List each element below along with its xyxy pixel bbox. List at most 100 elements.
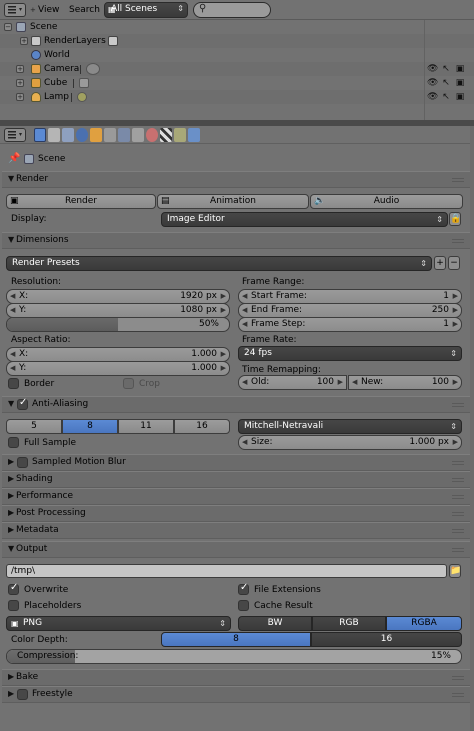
- tree-row-renderlayers[interactable]: + RenderLayers: [0, 34, 474, 48]
- color-mode-bw[interactable]: BW: [238, 616, 312, 631]
- render-button[interactable]: ▣ Render: [6, 194, 156, 209]
- animation-button[interactable]: ▤ Animation: [157, 194, 309, 209]
- constraints-tab-icon[interactable]: [104, 128, 116, 142]
- decrement-arrow-icon[interactable]: ◀: [10, 362, 15, 375]
- collapse-icon[interactable]: −: [4, 23, 12, 31]
- decrement-arrow-icon[interactable]: ◀: [242, 304, 247, 317]
- resolution-percentage-slider[interactable]: 50%: [6, 317, 230, 332]
- aa-samples-16[interactable]: 16: [174, 419, 230, 434]
- full-sample-checkbox[interactable]: [8, 437, 19, 448]
- increment-arrow-icon[interactable]: ▶: [221, 362, 226, 375]
- lamp-data-icon[interactable]: [77, 92, 87, 102]
- compression-slider[interactable]: Compression: 15%: [6, 649, 462, 664]
- panel-grip-icon[interactable]: [452, 548, 464, 552]
- decrement-arrow-icon[interactable]: ◀: [242, 290, 247, 303]
- visibility-eye-icon[interactable]: 👁: [427, 78, 438, 88]
- panel-grip-icon[interactable]: [452, 178, 464, 182]
- end-frame-field[interactable]: ◀ End Frame: 250 ▶: [238, 303, 462, 318]
- render-presets-select[interactable]: Render Presets ⇕: [6, 256, 432, 271]
- menu-view[interactable]: View: [38, 2, 59, 18]
- particles-tab-icon[interactable]: [174, 128, 186, 142]
- aa-samples-8[interactable]: 8: [62, 419, 118, 434]
- panel-grip-icon[interactable]: [452, 403, 464, 407]
- decrement-arrow-icon[interactable]: ◀: [10, 348, 15, 361]
- time-remap-new-field[interactable]: ◀ New: 100 ▶: [348, 375, 462, 390]
- increment-arrow-icon[interactable]: ▶: [221, 304, 226, 317]
- file-extensions-checkbox[interactable]: [238, 582, 249, 595]
- tree-row-camera[interactable]: + Camera 👁 ↖ ▣: [0, 62, 474, 76]
- border-checkbox[interactable]: [8, 378, 19, 389]
- visibility-eye-icon[interactable]: 👁: [427, 64, 438, 74]
- panel-performance-header[interactable]: ▶ Performance: [2, 488, 472, 505]
- decrement-arrow-icon[interactable]: ◀: [242, 318, 247, 331]
- decrement-arrow-icon[interactable]: ◀: [242, 436, 247, 449]
- header-collapse-icon[interactable]: +: [30, 6, 36, 14]
- panel-grip-icon[interactable]: [452, 478, 464, 482]
- physics-tab-icon[interactable]: [188, 128, 200, 142]
- add-preset-icon[interactable]: +: [434, 256, 446, 270]
- data-tab-icon[interactable]: [132, 128, 144, 142]
- selectability-arrow-icon[interactable]: ↖: [441, 92, 451, 102]
- renderlayers-tab-icon[interactable]: [48, 128, 60, 142]
- panel-grip-icon[interactable]: [452, 239, 464, 243]
- decrement-arrow-icon[interactable]: ◀: [10, 290, 15, 303]
- aspect-y-field[interactable]: ◀ Y: 1.000 ▶: [6, 361, 230, 376]
- panel-output-header[interactable]: ▼ Output: [2, 541, 472, 558]
- file-format-select[interactable]: ▣ PNG ⇕: [6, 616, 231, 631]
- increment-arrow-icon[interactable]: ▶: [453, 304, 458, 317]
- visibility-eye-icon[interactable]: 👁: [427, 92, 438, 102]
- frame-rate-select[interactable]: 24 fps ⇕: [238, 346, 462, 361]
- audio-button[interactable]: 🔈 Audio: [310, 194, 463, 209]
- aa-filter-select[interactable]: Mitchell-Netravali ⇕: [238, 419, 462, 434]
- resolution-x-field[interactable]: ◀ X: 1920 px ▶: [6, 289, 230, 304]
- renderability-camera-icon[interactable]: ▣: [455, 64, 465, 74]
- increment-arrow-icon[interactable]: ▶: [338, 376, 343, 389]
- display-select[interactable]: Image Editor ⇕: [161, 212, 448, 227]
- panel-grip-icon[interactable]: [452, 495, 464, 499]
- lock-interface-icon[interactable]: 🔒: [449, 212, 461, 226]
- scene-tab-icon[interactable]: [62, 128, 74, 142]
- placeholders-checkbox[interactable]: [8, 600, 19, 611]
- expand-icon[interactable]: +: [20, 37, 28, 45]
- increment-arrow-icon[interactable]: ▶: [453, 436, 458, 449]
- render-tab-icon[interactable]: [34, 128, 46, 142]
- pin-icon[interactable]: 📌: [8, 153, 20, 164]
- increment-arrow-icon[interactable]: ▶: [221, 290, 226, 303]
- increment-arrow-icon[interactable]: ▶: [453, 290, 458, 303]
- aa-samples-5[interactable]: 5: [6, 419, 62, 434]
- color-mode-rgba[interactable]: RGBA: [386, 616, 462, 631]
- aa-samples-11[interactable]: 11: [118, 419, 174, 434]
- crop-checkbox[interactable]: [123, 378, 134, 389]
- material-tab-icon[interactable]: [146, 128, 158, 142]
- panel-shading-header[interactable]: ▶ Shading: [2, 471, 472, 488]
- search-input[interactable]: ⚲: [193, 2, 271, 18]
- motion-blur-checkbox[interactable]: [17, 457, 28, 468]
- panel-motion-blur-header[interactable]: ▶ Sampled Motion Blur: [2, 454, 472, 471]
- renderability-camera-icon[interactable]: ▣: [455, 78, 465, 88]
- frame-step-field[interactable]: ◀ Frame Step: 1 ▶: [238, 317, 462, 332]
- resolution-y-field[interactable]: ◀ Y: 1080 px ▶: [6, 303, 230, 318]
- output-path-input[interactable]: /tmp\: [6, 564, 447, 578]
- panel-metadata-header[interactable]: ▶ Metadata: [2, 522, 472, 539]
- file-browse-icon[interactable]: 📁: [449, 564, 461, 578]
- color-mode-rgb[interactable]: RGB: [312, 616, 386, 631]
- expand-icon[interactable]: +: [16, 93, 24, 101]
- world-tab-icon[interactable]: [76, 128, 88, 142]
- freestyle-checkbox[interactable]: [17, 689, 28, 700]
- aspect-x-field[interactable]: ◀ X: 1.000 ▶: [6, 347, 230, 362]
- selectability-arrow-icon[interactable]: ↖: [441, 78, 451, 88]
- overwrite-checkbox[interactable]: [8, 582, 19, 595]
- decrement-arrow-icon[interactable]: ◀: [352, 376, 357, 389]
- decrement-arrow-icon[interactable]: ◀: [242, 376, 247, 389]
- start-frame-field[interactable]: ◀ Start Frame: 1 ▶: [238, 289, 462, 304]
- remove-preset-icon[interactable]: −: [448, 256, 460, 270]
- panel-freestyle-header[interactable]: ▶ Freestyle: [2, 686, 472, 703]
- texture-tab-icon[interactable]: [160, 128, 172, 142]
- expand-icon[interactable]: +: [16, 65, 24, 73]
- panel-render-header[interactable]: ▼ Render: [2, 171, 472, 188]
- time-remap-old-field[interactable]: ◀ Old: 100 ▶: [238, 375, 347, 390]
- antialiasing-checkbox[interactable]: [17, 397, 28, 410]
- mesh-data-icon[interactable]: [79, 78, 89, 88]
- object-tab-icon[interactable]: [90, 128, 102, 142]
- camera-data-icon[interactable]: [86, 63, 100, 75]
